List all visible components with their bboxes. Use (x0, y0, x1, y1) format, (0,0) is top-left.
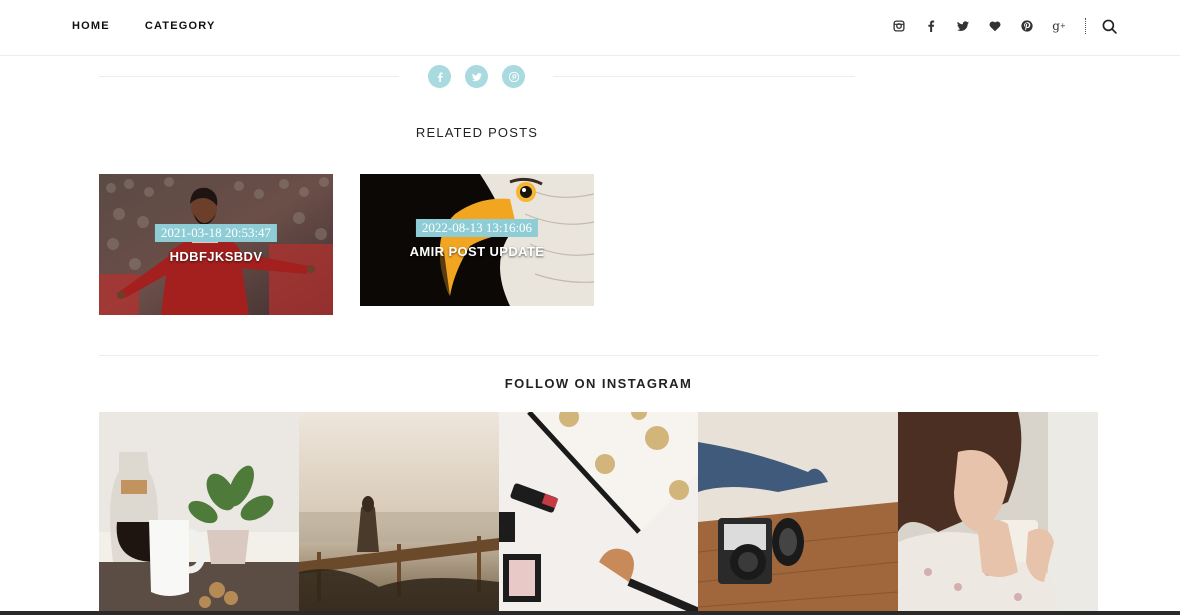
facebook-icon (437, 71, 443, 82)
instagram-image-seaside (298, 412, 499, 615)
header-divider (1085, 18, 1086, 34)
pinterest-icon (508, 71, 519, 82)
nav-home-link[interactable]: HOME (72, 20, 110, 32)
instagram-image-coffee-plant (99, 412, 299, 615)
post-date-badge: 2022-08-13 13:16:06 (415, 219, 539, 237)
instagram-photo[interactable] (698, 412, 899, 615)
share-divider-right (553, 76, 855, 77)
post-thumbnail-eagle (360, 174, 594, 306)
instagram-image-camera (698, 412, 899, 615)
share-pinterest-button[interactable] (502, 65, 525, 88)
instagram-image-woman-cup (898, 412, 1098, 615)
instagram-grid (99, 412, 1098, 615)
instagram-image-makeup (498, 412, 699, 615)
top-navigation-bar: HOME CATEGORY g + (0, 0, 1180, 56)
share-buttons (428, 65, 525, 88)
share-twitter-button[interactable] (465, 65, 488, 88)
footer-bar (0, 611, 1180, 615)
section-divider (99, 355, 1098, 356)
related-post-card[interactable]: 2021-03-18 20:53:47 HDBFJKSBDV (99, 174, 333, 315)
twitter-icon[interactable] (947, 17, 979, 35)
header-social-links: g + (883, 17, 1118, 35)
facebook-icon[interactable] (915, 17, 947, 35)
instagram-photo[interactable] (99, 412, 299, 615)
post-title[interactable]: AMIR POST UPDATE (360, 244, 594, 259)
pinterest-icon[interactable] (1011, 17, 1043, 35)
post-title[interactable]: HDBFJKSBDV (99, 249, 333, 264)
related-posts-heading: RELATED POSTS (415, 125, 539, 140)
instagram-icon[interactable] (883, 17, 915, 35)
search-icon[interactable] (1100, 17, 1118, 35)
heart-icon[interactable] (979, 17, 1011, 35)
nav-category-link[interactable]: CATEGORY (145, 20, 216, 32)
share-divider-left (99, 76, 399, 77)
google-plus-icon[interactable]: g + (1043, 17, 1075, 35)
main-menu: HOME CATEGORY (72, 20, 216, 32)
instagram-photo[interactable] (498, 412, 699, 615)
related-post-card[interactable]: 2022-08-13 13:16:06 AMIR POST UPDATE (360, 174, 594, 306)
twitter-icon (471, 72, 482, 81)
instagram-photo[interactable] (298, 412, 499, 615)
instagram-photo[interactable] (898, 412, 1098, 615)
post-date-badge: 2021-03-18 20:53:47 (154, 224, 278, 242)
post-thumbnail-footballer (99, 174, 333, 315)
instagram-heading: FOLLOW ON INSTAGRAM (504, 376, 693, 391)
share-facebook-button[interactable] (428, 65, 451, 88)
